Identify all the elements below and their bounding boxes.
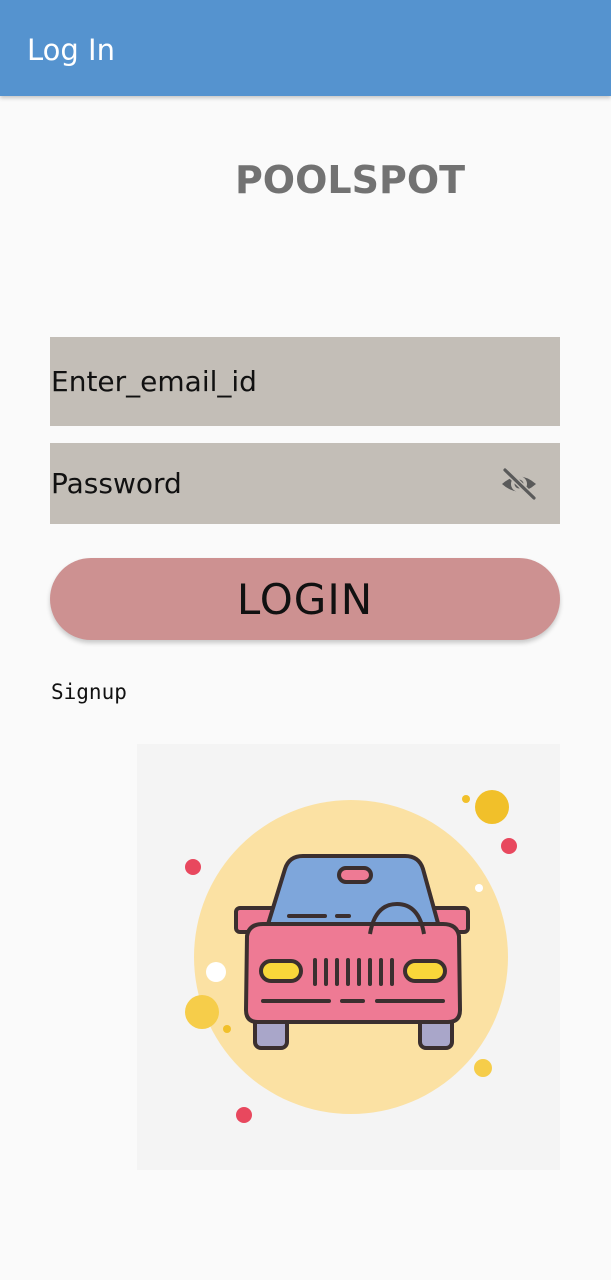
car-icon xyxy=(185,790,517,1123)
password-field-container xyxy=(50,443,560,524)
email-field-container xyxy=(50,337,560,426)
password-field[interactable] xyxy=(50,443,560,524)
car-illustration xyxy=(137,744,560,1170)
eye-off-icon[interactable] xyxy=(499,467,539,501)
login-button[interactable]: LOGIN xyxy=(50,558,560,640)
app-bar-title: Log In xyxy=(27,33,115,67)
signup-link[interactable]: Signup xyxy=(51,678,127,706)
email-field[interactable] xyxy=(50,337,560,426)
brand-title: POOLSPOT xyxy=(234,158,466,202)
app-bar: Log In xyxy=(0,0,611,96)
